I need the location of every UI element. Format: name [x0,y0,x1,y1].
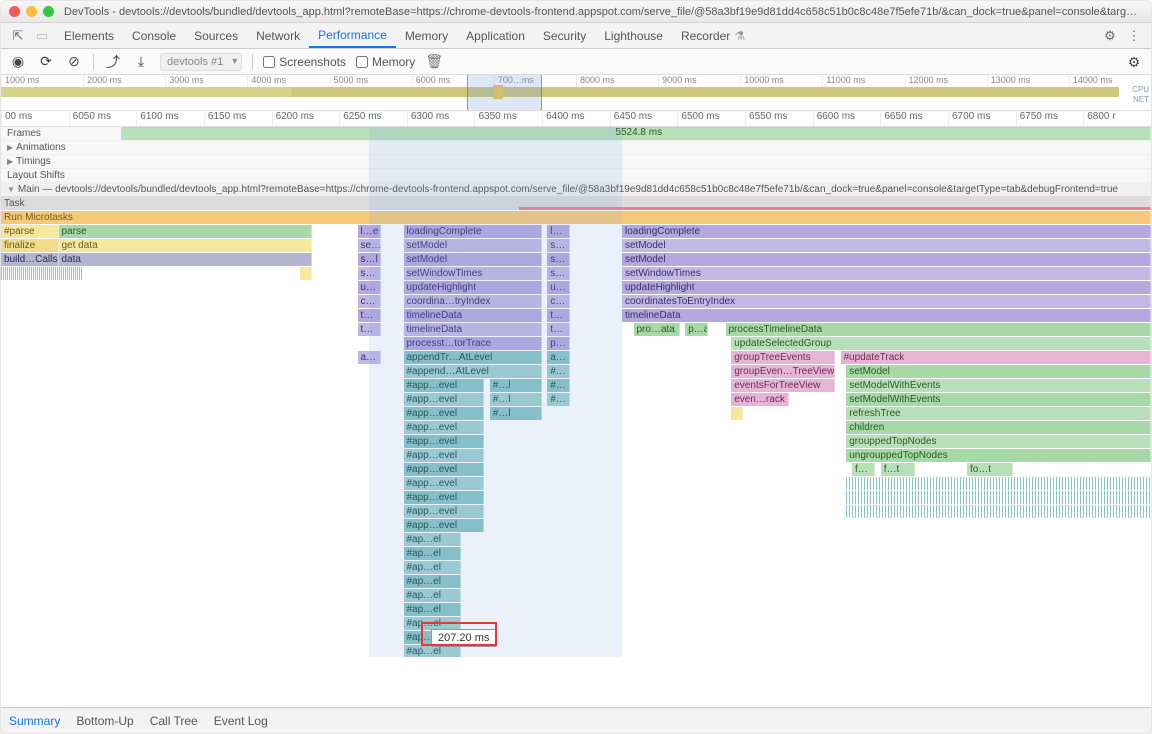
tab-recorder[interactable]: Recorder⚗ [672,23,754,48]
overview-cpu-band [1,87,1119,97]
timings-track[interactable]: ▶Timings [1,155,1151,169]
tab-performance[interactable]: Performance [309,23,396,48]
tab-security[interactable]: Security [534,23,595,48]
trash-icon[interactable]: 🗑 [425,53,443,71]
selection-duration: 5524.8 ms [615,127,662,138]
panel-tabs: Elements Console Sources Network Perform… [55,23,754,48]
screenshots-checkbox[interactable]: Screenshots [263,55,346,69]
devtools-window: DevTools - devtools://devtools/bundled/d… [0,0,1152,734]
tab-console[interactable]: Console [123,23,185,48]
layout-shifts-track[interactable]: Layout Shifts [1,169,1151,183]
tab-network[interactable]: Network [247,23,309,48]
timeline-ruler[interactable]: 00 ms6050 ms6100 ms6150 ms6200 ms6250 ms… [1,111,1151,127]
frames-label: Frames [1,128,121,139]
window-title: DevTools - devtools://devtools/bundled/d… [64,6,1143,18]
panel-tabbar: ⇱ ▭ Elements Console Sources Network Per… [1,23,1151,49]
tab-application[interactable]: Application [457,23,534,48]
tab-summary[interactable]: Summary [9,714,60,728]
reload-record-icon[interactable]: ⟳ [37,53,55,71]
memory-checkbox[interactable]: Memory [356,55,415,69]
self-time-stripes [1,267,82,280]
tab-memory[interactable]: Memory [396,23,457,48]
clear-icon[interactable]: ⊘ [65,53,83,71]
overview-track-labels: CPU NET [1132,85,1149,105]
flame-chart[interactable]: Frames 5524.8 ms ▶Animations ▶Timings La… [1,127,1151,657]
main-thread-header[interactable]: ▼Main — devtools://devtools/bundled/devt… [1,183,1151,197]
tab-call-tree[interactable]: Call Tree [150,714,198,728]
overview-ticks: 1000 ms2000 ms3000 ms4000 ms5000 ms6000 … [1,75,1151,87]
titlebar: DevTools - devtools://devtools/bundled/d… [1,1,1151,23]
flask-icon: ⚗ [734,29,745,43]
download-icon[interactable]: ⤓ [132,53,150,71]
tab-sources[interactable]: Sources [185,23,247,48]
minimize-icon[interactable] [26,6,37,17]
self-time-stripes [846,477,1151,490]
traffic-lights [9,6,54,17]
inspect-icon[interactable]: ⇱ [7,25,29,47]
perf-toolbar: ◉ ⟳ ⊘ ⤴ ⤓ devtools #1 Screenshots Memory… [1,49,1151,75]
maximize-icon[interactable] [43,6,54,17]
timeline-overview[interactable]: 1000 ms2000 ms3000 ms4000 ms5000 ms6000 … [1,75,1151,111]
device-toggle-icon[interactable]: ▭ [31,25,53,47]
details-tabs: Summary Bottom-Up Call Tree Event Log [1,707,1151,733]
annotation-highlight [421,622,497,646]
capture-settings-icon[interactable]: ⚙ [1125,53,1143,71]
tab-bottom-up[interactable]: Bottom-Up [76,714,133,728]
profile-select[interactable]: devtools #1 [160,53,242,71]
tab-lighthouse[interactable]: Lighthouse [595,23,672,48]
upload-icon[interactable]: ⤴ [104,53,122,71]
more-icon[interactable]: ⋮ [1123,25,1145,47]
record-icon[interactable]: ◉ [9,53,27,71]
frames-track[interactable]: Frames 5524.8 ms [1,127,1151,141]
overview-selection[interactable] [467,75,542,110]
main-flame[interactable]: Task Run Microtasks #parse parse l…e loa… [1,197,1151,657]
close-icon[interactable] [9,6,20,17]
tab-elements[interactable]: Elements [55,23,123,48]
animations-track[interactable]: ▶Animations [1,141,1151,155]
tab-event-log[interactable]: Event Log [214,714,268,728]
settings-gear-icon[interactable]: ⚙ [1099,25,1121,47]
